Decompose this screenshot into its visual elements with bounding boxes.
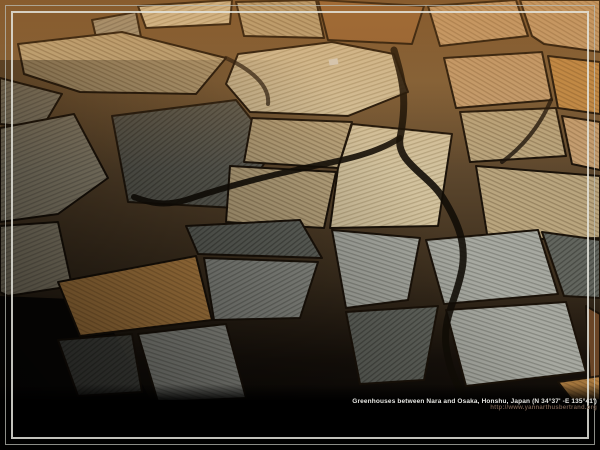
caption-url: http://www.yannarthusbertrand.org [352,405,597,412]
caption-title: Greenhouses between Nara and Osaka, Hons… [352,398,597,405]
photo-caption: Greenhouses between Nara and Osaka, Hons… [352,398,597,412]
aerial-greenhouses-photo [0,0,600,450]
wallpaper: Greenhouses between Nara and Osaka, Hons… [0,0,600,450]
